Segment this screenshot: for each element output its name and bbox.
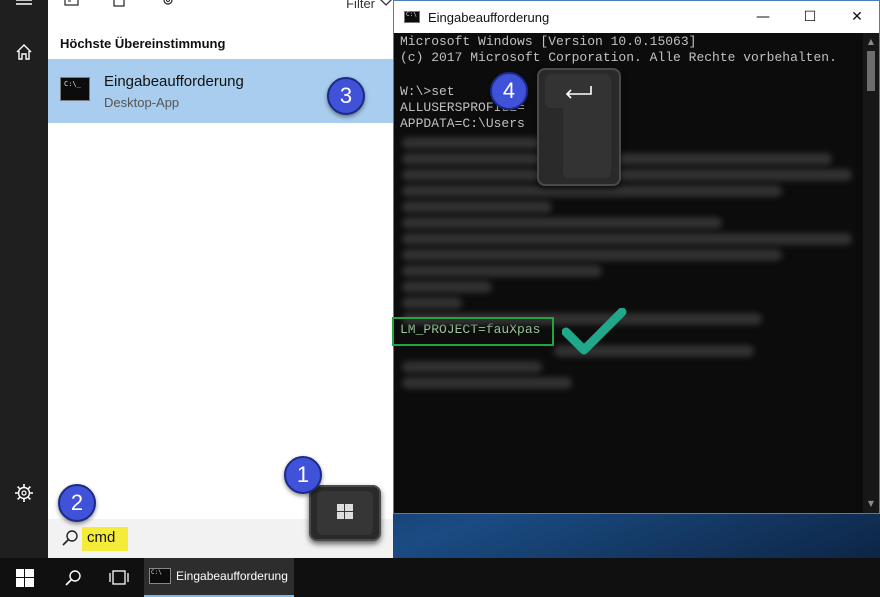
callout-badge-3: 3 (327, 77, 365, 115)
console-scrollbar[interactable]: ▲ ▼ (863, 33, 879, 513)
document-icon[interactable] (64, 0, 82, 10)
task-view-icon[interactable] (100, 558, 138, 597)
hamburger-icon[interactable] (12, 0, 36, 20)
search-input[interactable]: cmd (82, 527, 128, 551)
highlight-box (392, 317, 554, 346)
command-prompt-icon: C:\ (149, 568, 171, 584)
best-match-heading: Höchste Übereinstimmung (60, 36, 226, 51)
result-subtitle: Desktop-App (104, 95, 180, 110)
command-prompt-icon: C:\_ (60, 77, 90, 101)
scroll-down-icon[interactable]: ▼ (866, 499, 876, 509)
home-icon[interactable] (12, 40, 36, 64)
search-icon (62, 530, 78, 546)
start-button[interactable] (6, 558, 44, 597)
settings-filter-icon[interactable] (160, 0, 178, 10)
taskbar-app-label: Eingabeaufforderung (176, 569, 288, 583)
start-rail (0, 0, 48, 558)
result-title: Eingabeaufforderung (104, 73, 244, 90)
filter-button[interactable]: Filter (346, 0, 375, 11)
app-icon[interactable] (112, 0, 130, 10)
windows-keycap (309, 485, 381, 541)
window-title: Eingabeaufforderung (428, 10, 550, 25)
scroll-up-icon[interactable]: ▲ (866, 37, 876, 47)
taskbar-command-prompt[interactable]: C:\ Eingabeaufforderung (144, 558, 294, 597)
gear-icon[interactable] (12, 481, 36, 505)
blurred-line (402, 377, 572, 389)
console-line: (c) 2017 Microsoft Corporation. Alle Rec… (400, 50, 837, 65)
results-toolbar: Filter (48, 0, 393, 22)
scroll-thumb[interactable] (867, 51, 875, 91)
callout-badge-2: 2 (58, 484, 96, 522)
close-button[interactable]: ✕ (834, 1, 880, 33)
window-titlebar[interactable]: C:\ Eingabeaufforderung — ☐ ✕ (394, 1, 879, 33)
maximize-button[interactable]: ☐ (787, 1, 833, 33)
taskbar: C:\ Eingabeaufforderung (0, 558, 880, 597)
search-icon[interactable] (54, 558, 92, 597)
chevron-down-icon[interactable] (379, 0, 393, 8)
enter-keycap (537, 68, 621, 186)
blurred-line (402, 361, 542, 373)
minimize-button[interactable]: — (740, 1, 786, 33)
console-output[interactable]: Microsoft Windows [Version 10.0.15063] (… (394, 33, 864, 513)
blurred-line (402, 169, 852, 181)
command-prompt-window: C:\ Eingabeaufforderung — ☐ ✕ Microsoft … (393, 0, 880, 514)
console-line: APPDATA=C:\Users (400, 116, 525, 131)
console-line: W:\>set (400, 84, 455, 99)
blurred-line (402, 217, 722, 229)
blurred-line (402, 297, 462, 309)
blurred-line (402, 185, 782, 197)
windows-logo-icon (16, 569, 34, 587)
console-line: Microsoft Windows [Version 10.0.15063] (400, 34, 697, 49)
blurred-line (402, 249, 782, 261)
blurred-line (402, 233, 852, 245)
blurred-line (402, 265, 602, 277)
callout-badge-1: 1 (284, 456, 322, 494)
blurred-line (402, 201, 552, 213)
command-prompt-icon: C:\ (404, 11, 420, 23)
blurred-line (402, 281, 492, 293)
callout-badge-4: 4 (490, 72, 528, 110)
checkmark-icon (562, 308, 627, 355)
